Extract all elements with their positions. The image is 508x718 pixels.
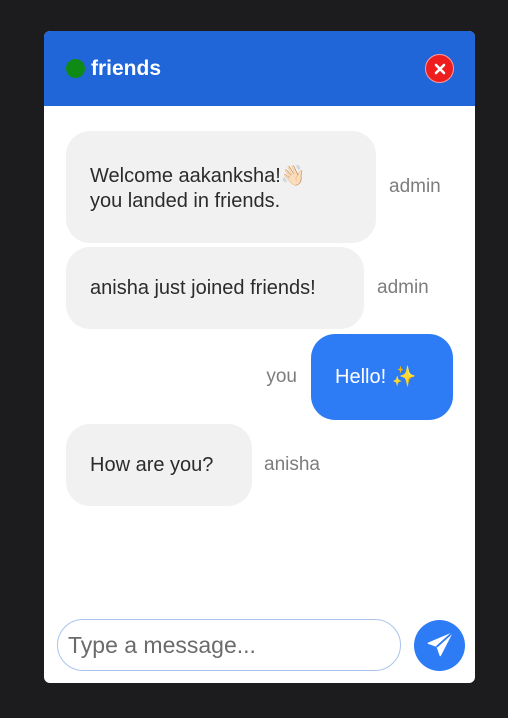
close-button[interactable] (425, 54, 454, 83)
send-paper-plane-icon (427, 632, 453, 657)
message-bubble: Welcome aakanksha!👋🏻 you landed in frien… (66, 131, 376, 243)
chat-window: friends Welcome aakanksha!👋🏻 you landed … (44, 31, 475, 683)
message-bubble: Hello! ✨ (311, 334, 453, 420)
message-bubble: anisha just joined friends! (66, 247, 364, 329)
message-row: Hello! ✨ you (266, 334, 453, 420)
message-text: Hello! ✨ (335, 365, 417, 388)
message-sender: anisha (264, 454, 320, 475)
room-name: friends (91, 56, 162, 80)
message-text-line: you landed in friends. (90, 190, 281, 212)
send-button[interactable] (414, 619, 465, 671)
message-list[interactable]: Welcome aakanksha!👋🏻 you landed in frien… (44, 106, 475, 621)
message-text-line: Welcome aakanksha!👋🏻 (90, 165, 306, 187)
message-input[interactable] (57, 619, 401, 671)
message-text: anisha just joined friends! (90, 276, 316, 299)
message-sender: you (266, 366, 297, 387)
message-sender: admin (377, 277, 429, 298)
online-status-icon (66, 59, 85, 78)
message-sender: admin (389, 176, 441, 197)
chat-header: friends (44, 31, 475, 106)
message-row: How are you? anisha (66, 424, 320, 506)
close-icon (434, 63, 445, 74)
message-text: How are you? (90, 453, 214, 476)
message-row: anisha just joined friends! admin (66, 247, 429, 329)
message-composer (44, 607, 475, 683)
message-bubble: How are you? (66, 424, 252, 506)
message-row: Welcome aakanksha!👋🏻 you landed in frien… (66, 131, 441, 243)
